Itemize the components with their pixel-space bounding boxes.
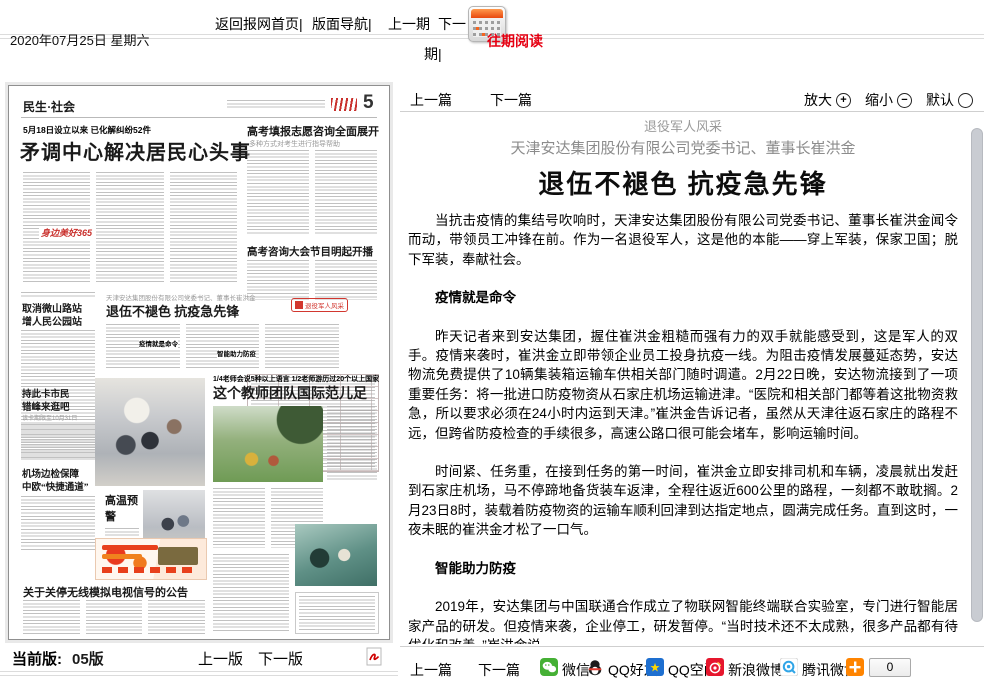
article-sub-title: 天津安达集团股份有限公司党委书记、董事长崔洪金 (402, 137, 964, 158)
article-pre-title: 退役军人风采 (402, 116, 964, 135)
next-page-link[interactable]: 下一版 (258, 648, 303, 669)
prev-article-link[interactable]: 上一篇 (410, 90, 452, 110)
article-section-heading: 智能助力防疫 (408, 559, 958, 578)
thumb-main-kicker: 5月18日设立以来 已化解纠纷52件 (23, 124, 151, 136)
thumb-metro-headline-2: 增人民公园站 (22, 313, 82, 328)
thumb-card-note: 该卡期限至10月31日 (22, 413, 77, 422)
article-body: 当抗击疫情的集结号吹响时，天津安达集团股份有限公司党委书记、董事长崔洪金闻令而动… (402, 211, 964, 644)
thumb-street-photo (95, 378, 205, 486)
next-article-link[interactable]: 下一篇 (490, 90, 532, 110)
newspaper-page-thumbnail[interactable]: 民生·社会 5 5月18日设立以来 已化解纠纷52件 矛调中心解决居民心头事 高… (8, 85, 390, 640)
sharebar-divider (400, 646, 984, 647)
empty-circle-icon[interactable] (958, 93, 973, 108)
thumb-exam-body (247, 150, 377, 234)
thumb-center-subhead-2: 智能助力防疫 (217, 348, 256, 358)
thumb-exam-headline: 高考填报志愿咨询全面展开 (247, 123, 379, 139)
thumb-advertisement (95, 538, 207, 580)
thumb-main-headline: 矛调中心解决居民心头事 (20, 136, 251, 165)
page-navigation-link[interactable]: 版面导航| (312, 14, 372, 34)
thumb-border-headline-2: 中欧“快捷通道” (22, 479, 89, 493)
article-scrollbar[interactable] (971, 128, 983, 622)
thumb-masthead-info (227, 100, 325, 110)
issue-date: 2020年07月25日 星期六 (10, 30, 149, 49)
wechat-icon[interactable] (540, 658, 558, 676)
share-more-icon[interactable] (846, 658, 864, 676)
thumb-notice-headline: 关于关停无线模拟电视信号的公告 (23, 584, 188, 600)
prev-issue-link[interactable]: 上一期 (388, 14, 430, 34)
article-paragraph: 时间紧、任务重，在接到任务的第一时间，崔洪金立即安排司机和车辆，凌晨就出发赶到石… (408, 462, 958, 540)
thumb-section-title: 民生·社会 (23, 98, 75, 115)
article-section-heading: 疫情就是命令 (408, 288, 958, 307)
thumb-center-headline: 退伍不褪色 抗疫急先锋 (106, 301, 239, 320)
thumb-border-headline-1: 机场边检保障 (22, 466, 79, 480)
qq-icon[interactable] (586, 658, 604, 676)
thumb-grass-photo (213, 406, 323, 482)
epaper-reader: 2020年07月25日 星期六 返回报网首页| 版面导航| 上一期 下一 期| … (0, 0, 984, 684)
qzone-icon[interactable]: ★ (646, 658, 664, 676)
plus-circle-icon[interactable]: + (836, 93, 851, 108)
thumb-heat-warning: 高温预警 (105, 492, 139, 524)
article-paragraph: 当抗击疫情的集结号吹响时，天津安达集团股份有限公司党委书记、董事长崔洪金闻令而动… (408, 211, 958, 269)
bottom-rule-top (0, 671, 398, 672)
zoom-controls: 放大 + 缩小 − 默认 (804, 90, 973, 110)
bottom-rule-bottom (0, 675, 398, 676)
thumb-center-subhead-1: 疫情就是命令 (139, 338, 178, 348)
tencent-weibo-icon[interactable] (780, 658, 798, 676)
article-title: 退伍不褪色 抗疫急先锋 (402, 164, 964, 201)
sina-weibo-icon[interactable] (706, 658, 724, 676)
minus-circle-icon[interactable]: − (897, 93, 912, 108)
calendar-icon-band (471, 9, 503, 18)
current-page-label: 当前版: (12, 648, 62, 669)
svg-text:★: ★ (650, 661, 661, 675)
thumb-paper-logo (331, 98, 357, 111)
next-issue-link-part1[interactable]: 下一 (438, 14, 466, 34)
thumb-veteran-badge: 退役军人风采 (291, 298, 348, 312)
zoom-default-label[interactable]: 默认 (926, 90, 954, 110)
badge-square-icon (295, 301, 303, 309)
share-next-article-link[interactable]: 下一篇 (478, 660, 520, 680)
article-content: 退役军人风采 天津安达集团股份有限公司党委书记、董事长崔洪金 退伍不褪色 抗疫急… (402, 112, 964, 644)
article-paragraph: 昨天记者来到安达集团，握住崔洪金粗糙而强有力的双手就能感受到，这是军人的双手。疫… (408, 327, 958, 443)
thumb-page-number: 5 (363, 92, 374, 114)
thumb-exam-subhead: 多种方式对考生进行指导帮助 (249, 139, 340, 149)
thumb-card-headline-2: 错峰来逛吧 (22, 399, 70, 413)
thumb-card-headline-1: 持此卡市民 (22, 386, 70, 400)
thumb-info-box (295, 592, 379, 634)
thumb-library-photo (295, 524, 377, 586)
thumb-tv-headline: 高考咨询大会节目明起开播 (247, 244, 373, 259)
next-issue-link-part2[interactable]: 期| (424, 44, 442, 64)
share-prev-article-link[interactable]: 上一篇 (410, 660, 452, 680)
pdf-icon[interactable] (366, 647, 382, 671)
share-sina-label[interactable]: 新浪微博 (728, 660, 784, 680)
current-page-value: 05版 (72, 648, 104, 669)
share-count-badge: 0 (869, 658, 911, 677)
thumb-teacher-headline: 这个教师团队国际范儿足 (213, 383, 367, 403)
past-issues-link[interactable]: 往期阅读 (487, 31, 543, 51)
thumb-365-logo: 身边美好365 (39, 226, 94, 239)
article-paragraph: 2019年，安达集团与中国联通合作成立了物联网智能终端联合实验室，专门进行智能居… (408, 597, 958, 644)
home-link[interactable]: 返回报网首页| (215, 14, 303, 34)
prev-page-link[interactable]: 上一版 (198, 648, 243, 669)
zoom-out-label[interactable]: 缩小 (865, 90, 893, 110)
zoom-in-label[interactable]: 放大 (804, 90, 832, 110)
